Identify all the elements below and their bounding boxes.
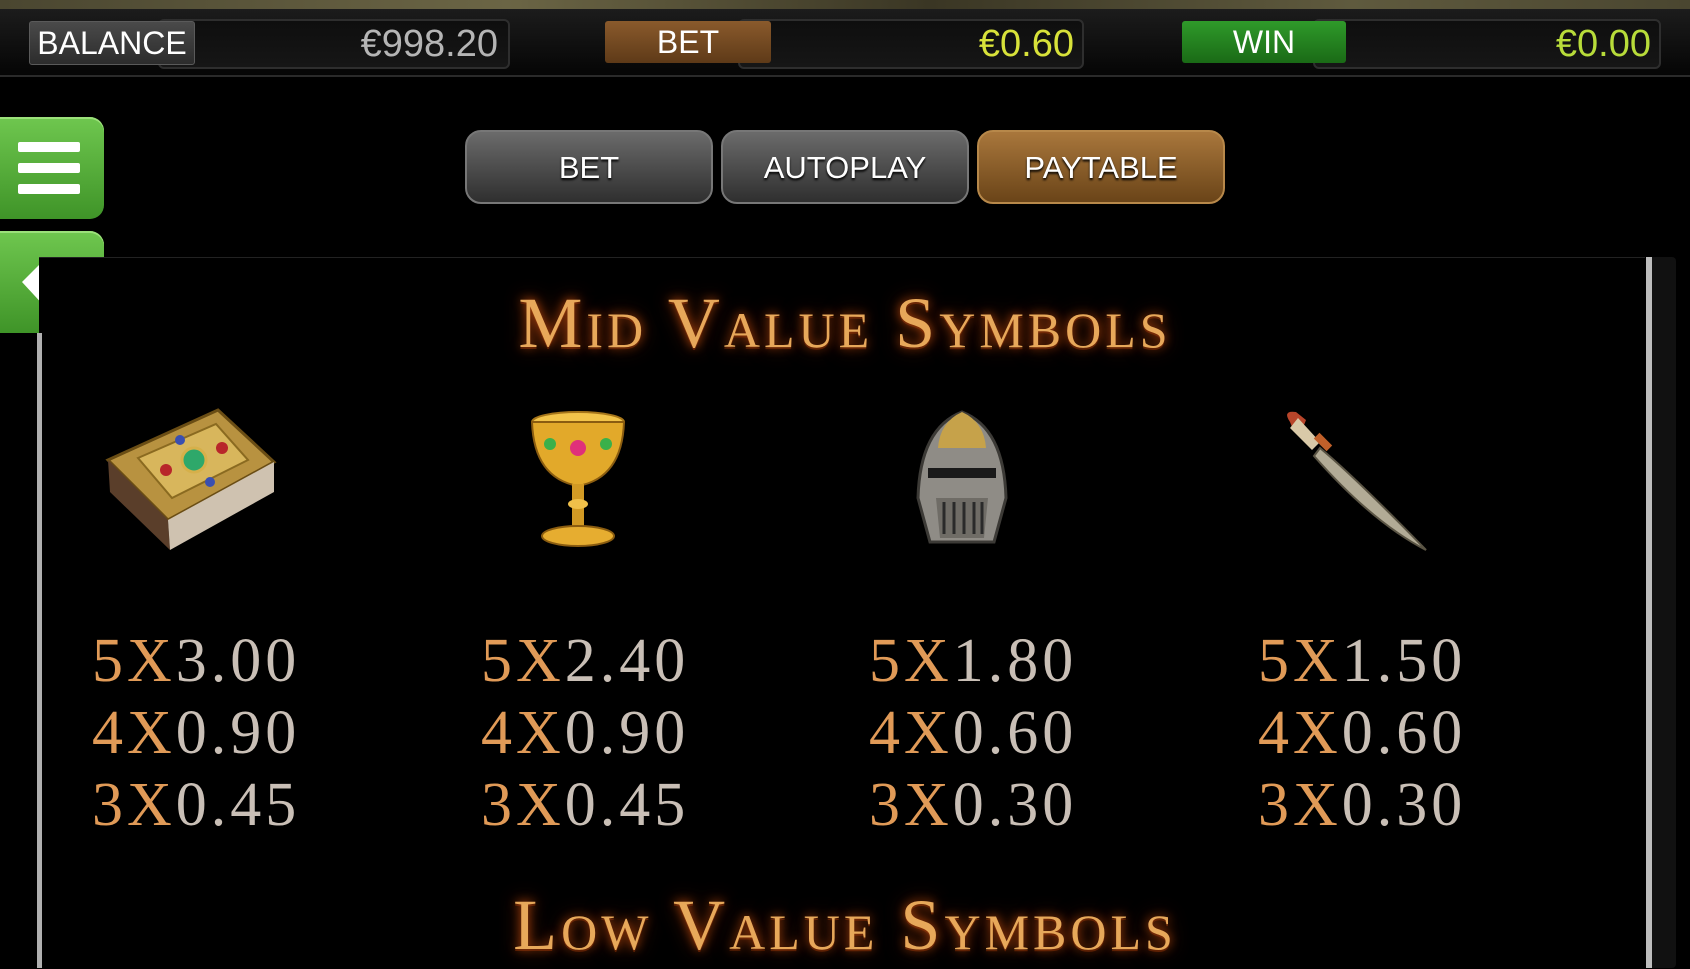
curved-dagger-icon [1287,411,1427,551]
pay-value: 0.60 [1341,699,1467,767]
win-value: €0.00 [1555,23,1651,65]
pay-value: 1.50 [1341,627,1467,695]
balance-value: €998.20 [360,23,498,65]
pay-value: 0.45 [175,771,301,839]
pay-line: 4X0.60 [869,698,1077,768]
pay-line: 5X2.40 [481,626,689,696]
pay-line: 4X0.90 [481,698,689,768]
pay-count: 5X [481,627,565,695]
menu-button[interactable] [0,117,104,219]
pay-line: 4X0.60 [1258,698,1466,768]
pay-line: 5X3.00 [92,626,300,696]
scrollbar-thumb[interactable] [1646,257,1652,968]
pay-count: 3X [869,771,953,839]
pay-value: 3.00 [175,627,301,695]
pay-line: 5X1.50 [1258,626,1466,696]
pay-count: 3X [481,771,565,839]
pay-count: 5X [869,627,953,695]
jeweled-book-icon [105,408,277,550]
panel-left-rail [37,333,42,968]
pay-count: 3X [1258,771,1342,839]
pay-line: 3X0.30 [1258,770,1466,840]
pay-value: 2.40 [564,627,690,695]
top-decorative-strip [0,0,1690,9]
pay-value: 0.90 [175,699,301,767]
balance-label: BALANCE [29,21,195,65]
pay-count: 4X [481,699,565,767]
pay-line: 4X0.90 [92,698,300,768]
pay-count: 4X [1258,699,1342,767]
pay-line: 3X0.45 [481,770,689,840]
low-value-title: Low Value Symbols [513,885,1177,965]
info-bar: BALANCE €998.20 BET €0.60 WIN €0.00 [0,9,1690,77]
pay-value: 0.60 [952,699,1078,767]
pay-value: 0.45 [564,771,690,839]
tab-autoplay[interactable]: AUTOPLAY [721,130,969,204]
tab-bet[interactable]: BET [465,130,713,204]
golden-chalice-icon [530,411,626,547]
knight-helmet-icon [916,410,1008,544]
bet-label: BET [605,21,771,63]
pay-count: 5X [1258,627,1342,695]
pay-count: 3X [92,771,176,839]
bet-value: €0.60 [978,23,1074,65]
pay-line: 3X0.30 [869,770,1077,840]
pay-line: 5X1.80 [869,626,1077,696]
pay-line: 3X0.45 [92,770,300,840]
tab-paytable[interactable]: PAYTABLE [977,130,1225,204]
pay-count: 4X [869,699,953,767]
pay-value: 0.30 [1341,771,1467,839]
pay-value: 1.80 [952,627,1078,695]
pay-count: 5X [92,627,176,695]
pay-count: 4X [92,699,176,767]
mid-value-title: Mid Value Symbols [518,283,1172,363]
pay-value: 0.90 [564,699,690,767]
pay-value: 0.30 [952,771,1078,839]
win-label: WIN [1182,21,1346,63]
